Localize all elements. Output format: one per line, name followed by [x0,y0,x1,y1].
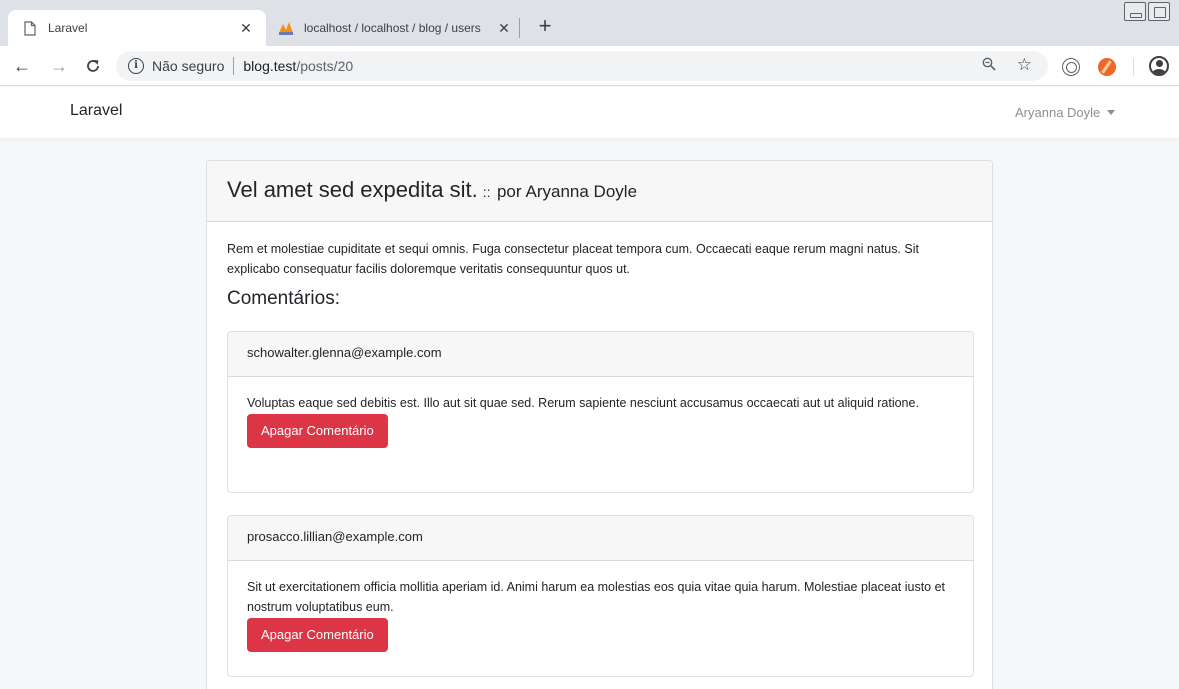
bookmark-star-icon[interactable]: ☆ [1017,55,1032,75]
comment-text: Voluptas eaque sed debitis est. Illo aut… [247,396,919,410]
comment-author-email: prosacco.lillian@example.com [228,516,973,561]
minimize-window-icon[interactable] [1124,2,1146,21]
maximize-window-icon[interactable] [1148,2,1170,21]
title-separator: :: [482,184,491,200]
tab-divider [519,18,520,38]
tab-title: Laravel [48,21,88,35]
post-card: Vel amet sed expedita sit.:: por Aryanna … [206,160,993,689]
address-divider [233,57,235,75]
url-path: /posts/20 [296,58,354,74]
user-name: Aryanna Doyle [1015,105,1101,120]
post-author: Aryanna Doyle [525,182,638,201]
delete-comment-button[interactable]: Apagar Comentário [247,618,388,652]
forward-arrow-icon[interactable]: → [47,54,71,78]
reload-icon[interactable] [81,54,105,78]
comment-body: Voluptas eaque sed debitis est. Illo aut… [228,377,973,448]
caret-down-icon [1107,110,1116,115]
comment-card: schowalter.glenna@example.com Voluptas e… [227,331,974,493]
delete-comment-button[interactable]: Apagar Comentário [247,414,388,448]
page-icon [22,20,38,36]
info-icon[interactable]: i [128,58,144,74]
author-prefix: por [496,182,522,201]
browser-tab-phpmyadmin[interactable]: localhost / localhost / blog / users ✕ [270,10,522,46]
phpmyadmin-icon [278,20,294,36]
user-dropdown[interactable]: Aryanna Doyle [1015,105,1116,120]
close-icon[interactable]: ✕ [238,20,254,36]
zoom-icon[interactable] [982,57,996,74]
toolbar-divider [1133,58,1134,76]
post-body: Rem et molestiae cupiditate et sequi omn… [207,222,992,310]
comment-text: Sit ut exercitationem officia mollitia a… [247,580,946,614]
brand-link[interactable]: Laravel [70,102,122,120]
tab-title: localhost / localhost / blog / users [304,21,481,35]
post-title: Vel amet sed expedita sit. [227,177,478,202]
browser-toolbar: ← → i Não seguro blog.test/posts/20 ☆ [0,46,1179,86]
post-text: Rem et molestiae cupiditate et sequi omn… [227,242,920,276]
back-arrow-icon[interactable]: ← [10,54,34,78]
comment-card: prosacco.lillian@example.com Sit ut exer… [227,515,974,677]
extension-icon[interactable] [1062,58,1080,76]
browser-tabstrip: Laravel ✕ localhost / localhost / blog /… [0,0,1179,46]
comment-body: Sit ut exercitationem officia mollitia a… [228,561,973,652]
profile-avatar-icon[interactable] [1149,56,1169,76]
url-host: blog.test [243,58,297,74]
security-label: Não seguro [152,58,225,74]
browser-tab-laravel[interactable]: Laravel ✕ [8,10,266,46]
close-icon[interactable]: ✕ [496,20,512,36]
post-header: Vel amet sed expedita sit.:: por Aryanna … [207,161,992,222]
comment-author-email: schowalter.glenna@example.com [228,332,973,377]
address-bar[interactable]: i Não seguro blog.test/posts/20 ☆ [116,51,1048,81]
extension-icon[interactable] [1098,58,1116,76]
new-tab-icon[interactable]: + [534,15,556,38]
comments-heading: Comentários: [227,288,340,309]
app-navbar: Laravel Aryanna Doyle [0,87,1179,138]
